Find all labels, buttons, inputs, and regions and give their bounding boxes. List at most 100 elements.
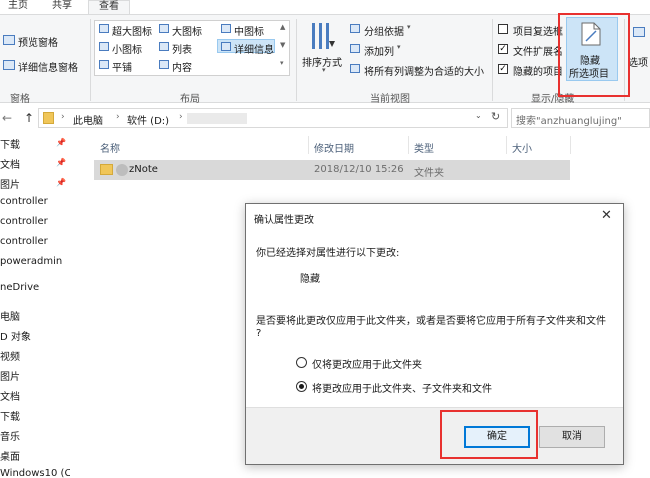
- group-divider: [492, 19, 493, 101]
- dialog-footer: 确定 取消: [246, 407, 623, 464]
- nav-item-drive-c[interactable]: Windows10 (C:: [0, 468, 70, 478]
- sort-by-icon: [312, 23, 335, 49]
- apply-this-folder-label[interactable]: 仅将更改应用于此文件夹: [312, 356, 422, 371]
- item-checkboxes-label: 项目复选框: [513, 27, 563, 38]
- sort-by-chevron-icon: ▾: [322, 66, 326, 74]
- size-all-columns-button[interactable]: 将所有列调整为合适的大小: [364, 63, 484, 78]
- tab-view[interactable]: 查看: [88, 0, 130, 15]
- large-icons-option[interactable]: 大图标: [172, 23, 202, 38]
- column-header-name[interactable]: 名称: [100, 140, 120, 155]
- nav-item-downloads[interactable]: 下载: [0, 136, 20, 151]
- nav-item-documents[interactable]: 文档: [0, 156, 20, 171]
- nav-item-onedrive[interactable]: neDrive: [0, 282, 39, 293]
- address-field[interactable]: › 此电脑 › 软件 (D:) › ⌄ ↻: [38, 108, 508, 128]
- medium-icons-option[interactable]: 中图标: [234, 23, 264, 38]
- search-input[interactable]: 搜索"anzhuanglujing": [511, 108, 650, 128]
- hidden-items-checkbox[interactable]: ✓: [498, 64, 508, 74]
- apply-all-radio[interactable]: [296, 381, 307, 392]
- file-date: 2018/12/10 15:26: [314, 164, 404, 175]
- cancel-button[interactable]: 取消: [539, 426, 605, 448]
- blurred-breadcrumb: [187, 113, 247, 124]
- column-header-type[interactable]: 类型: [414, 140, 434, 155]
- add-columns-icon: [350, 44, 360, 53]
- navigation-pane: 下载 📌 文档 📌 图片 📌 controller controller con…: [0, 132, 70, 478]
- file-extensions-checkbox[interactable]: ✓: [498, 44, 508, 54]
- gallery-scroll-down-icon[interactable]: ▼: [280, 41, 285, 49]
- extra-large-icons-option[interactable]: 超大图标: [112, 23, 152, 38]
- pane-group-label: 窗格: [10, 94, 30, 105]
- file-type: 文件夹: [414, 168, 444, 179]
- breadcrumb-this-pc[interactable]: 此电脑: [73, 112, 103, 127]
- gallery-scroll-up-icon[interactable]: ▲: [280, 23, 285, 31]
- add-columns-button[interactable]: 添加列: [364, 43, 394, 58]
- nav-item-downloads[interactable]: 下载: [0, 408, 20, 423]
- small-icons-icon: [99, 42, 109, 51]
- column-header-date[interactable]: 修改日期: [314, 140, 354, 155]
- content-view-option[interactable]: 内容: [172, 59, 192, 74]
- details-view-option[interactable]: 详细信息: [234, 41, 274, 56]
- item-checkboxes-checkbox[interactable]: [498, 24, 508, 34]
- nav-item-poweradmin[interactable]: poweradmin: [0, 256, 62, 267]
- nav-item-pictures[interactable]: 图片: [0, 368, 20, 383]
- options-button[interactable]: 选项: [628, 54, 648, 69]
- column-header-size[interactable]: 大小: [512, 140, 532, 155]
- nav-item-3d-objects[interactable]: D 对象: [0, 328, 31, 343]
- pin-icon: 📌: [56, 178, 66, 187]
- nav-item-pictures[interactable]: 图片: [0, 176, 20, 191]
- column-divider[interactable]: [408, 136, 409, 154]
- small-icons-option[interactable]: 小图标: [112, 41, 142, 56]
- breadcrumb-drive-d[interactable]: 软件 (D:): [127, 112, 169, 127]
- tab-share[interactable]: 共享: [52, 0, 72, 14]
- highlight-annotation: [440, 410, 538, 459]
- hidden-items-label: 隐藏的项目: [513, 67, 563, 78]
- ribbon-tab-bar: 主页 共享 查看: [0, 0, 650, 15]
- list-view-option[interactable]: 列表: [172, 41, 192, 56]
- layout-group-label: 布局: [180, 94, 200, 105]
- apply-this-folder-radio[interactable]: [296, 357, 307, 368]
- nav-item-desktop[interactable]: 桌面: [0, 448, 20, 463]
- breadcrumb-chevron-icon: ›: [116, 112, 120, 122]
- details-pane-button[interactable]: 详细信息窗格: [18, 59, 78, 74]
- folder-icon: [100, 164, 113, 175]
- preview-pane-button[interactable]: 预览窗格: [18, 34, 58, 49]
- address-dropdown-icon[interactable]: ⌄: [475, 111, 482, 120]
- dialog-title-bar[interactable]: 确认属性更改 ✕: [246, 204, 623, 230]
- preview-pane-icon: [3, 35, 15, 45]
- close-icon[interactable]: ✕: [601, 208, 612, 223]
- back-icon[interactable]: ←: [2, 111, 12, 125]
- blurred-name-prefix: [116, 164, 128, 176]
- file-extensions-label: 文件扩展名: [513, 47, 563, 58]
- nav-item-controller[interactable]: controller: [0, 236, 48, 247]
- tiles-view-icon: [99, 60, 109, 69]
- column-divider[interactable]: [570, 136, 571, 154]
- group-divider: [90, 19, 91, 101]
- refresh-icon[interactable]: ↻: [491, 110, 500, 123]
- column-divider[interactable]: [506, 136, 507, 154]
- group-divider: [296, 19, 297, 101]
- nav-item-this-pc[interactable]: 电脑: [0, 308, 20, 323]
- size-columns-icon: [350, 64, 360, 73]
- nav-item-videos[interactable]: 视频: [0, 348, 20, 363]
- pin-icon: 📌: [56, 158, 66, 167]
- dialog-question-line2: ?: [256, 328, 262, 339]
- breadcrumb-chevron-icon: ›: [61, 112, 65, 122]
- nav-item-music[interactable]: 音乐: [0, 428, 20, 443]
- pin-icon: 📌: [56, 138, 66, 147]
- group-by-icon: [350, 24, 360, 33]
- nav-item-controller[interactable]: controller: [0, 216, 48, 227]
- column-divider[interactable]: [308, 136, 309, 154]
- tiles-view-option[interactable]: 平铺: [112, 59, 132, 74]
- folder-icon: [43, 112, 54, 124]
- tab-home[interactable]: 主页: [8, 0, 28, 14]
- apply-all-label[interactable]: 将更改应用于此文件夹、子文件夹和文件: [312, 380, 492, 395]
- up-icon[interactable]: ↑: [24, 111, 34, 125]
- extra-large-icons-icon: [99, 24, 109, 33]
- nav-item-documents[interactable]: 文档: [0, 388, 20, 403]
- file-name: zNote: [129, 164, 158, 175]
- group-by-button[interactable]: 分组依据: [364, 23, 404, 38]
- gallery-expand-icon[interactable]: ▾: [280, 59, 284, 67]
- list-view-icon: [159, 42, 169, 51]
- breadcrumb-chevron-icon: ›: [179, 112, 183, 122]
- table-row[interactable]: zNote 2018/12/10 15:26 文件夹: [94, 160, 570, 180]
- nav-item-controller[interactable]: controller: [0, 196, 48, 207]
